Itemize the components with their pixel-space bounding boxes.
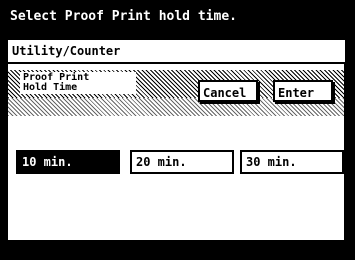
option-label: 10 min. — [22, 155, 73, 169]
option-20-min[interactable]: 20 min. — [130, 150, 234, 174]
device-screen: Select Proof Print hold time. Utility/Co… — [0, 0, 355, 260]
breadcrumb: Utility/Counter — [8, 40, 345, 63]
option-label: 20 min. — [136, 155, 187, 169]
panel-title-line-2: Hold Time — [23, 82, 78, 93]
option-10-min[interactable]: 10 min. — [16, 150, 120, 174]
cancel-button[interactable]: Cancel — [198, 80, 258, 102]
option-30-min[interactable]: 30 min. — [240, 150, 344, 174]
instruction-message: Select Proof Print hold time. — [4, 2, 350, 32]
panel-title: Proof Print Hold Time — [20, 72, 136, 94]
settings-panel: Proof Print Hold Time Cancel Enter 10 mi… — [8, 64, 344, 240]
enter-button[interactable]: Enter — [273, 80, 333, 102]
option-label: 30 min. — [246, 155, 297, 169]
